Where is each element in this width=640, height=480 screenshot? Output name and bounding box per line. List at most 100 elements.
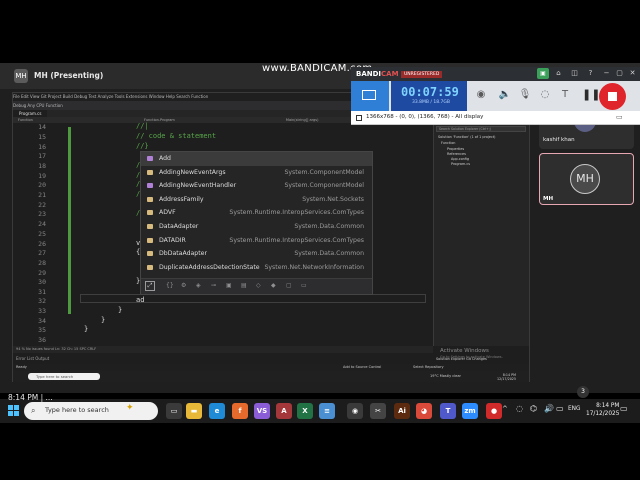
filter-method-icon[interactable]: ⚙	[181, 282, 186, 289]
nav-project[interactable]: Function	[18, 118, 33, 122]
solution-node[interactable]: Solution 'Function' (1 of 1 project)	[438, 135, 495, 139]
region-options-icon[interactable]: ▭	[616, 113, 623, 121]
taskbar-app-teams-icon[interactable]: T	[440, 403, 456, 419]
network-icon[interactable]: ⌬	[530, 404, 537, 413]
taskbar-clock[interactable]: 8:14 PM 17/12/2025	[586, 402, 619, 418]
minimize-icon[interactable]: −	[601, 68, 612, 79]
microphone-icon[interactable]: 🎙	[518, 88, 532, 102]
filter-enum-icon[interactable]: ◇	[256, 282, 261, 289]
intellisense-item[interactable]: AddingNewEventHandler System.ComponentMod…	[141, 179, 372, 193]
app-config-node[interactable]: App.config	[451, 157, 469, 161]
symbol-icon	[147, 169, 153, 175]
intellisense-item[interactable]: Add	[141, 152, 372, 166]
home-icon[interactable]: ⌂	[553, 68, 564, 79]
intellisense-item[interactable]: DbDataAdapter System.Data.Common	[141, 247, 372, 261]
chevron-up-icon[interactable]: ^	[502, 405, 508, 413]
filter-struct-icon[interactable]: ▤	[241, 282, 247, 289]
intellisense-item[interactable]: DuplicateAddressDetectionState System.Net…	[141, 261, 372, 275]
pause-icon[interactable]: ❚❚	[582, 88, 600, 101]
intellisense-item[interactable]: AddressFamily System.Net.Sockets	[141, 193, 372, 207]
notification-badge: 3	[577, 386, 589, 398]
close-icon[interactable]: ✕	[627, 68, 638, 79]
taskbar-app-excel-icon[interactable]: X	[297, 403, 313, 419]
project-node[interactable]: Function	[441, 141, 455, 145]
line-number: 27	[38, 249, 46, 257]
intellisense-item[interactable]: AddingNewEventArgs System.ComponentModel	[141, 166, 372, 180]
intellisense-item[interactable]: ADVF System.Runtime.InteropServices.ComTy…	[141, 206, 372, 220]
volume-icon[interactable]: 🔊	[544, 404, 554, 413]
intellisense-item[interactable]: DataAdapter System.Data.Common	[141, 220, 372, 234]
intellisense-item-label: ADVF	[159, 209, 176, 217]
windows-start-icon[interactable]	[8, 405, 20, 417]
expand-icon[interactable]: ⤢	[145, 281, 155, 291]
references-node[interactable]: References	[447, 152, 466, 156]
intellisense-item[interactable]: DATADIR System.Runtime.InteropServices.Co…	[141, 234, 372, 248]
code-line[interactable]: //}	[136, 142, 149, 150]
lock-icon[interactable]: ▣	[537, 68, 549, 79]
taskbar-app-zoom-icon[interactable]: zm	[462, 403, 478, 419]
restore-icon[interactable]: ▢	[614, 68, 625, 79]
monitor-icon	[362, 90, 376, 100]
battery-icon[interactable]: ▭	[556, 404, 564, 413]
code-line[interactable]: ad	[136, 296, 144, 304]
region-checkbox[interactable]	[356, 115, 362, 121]
code-line[interactable]: }	[118, 306, 122, 314]
mouse-effect-icon[interactable]: ◌	[538, 88, 552, 102]
symbol-icon	[147, 183, 153, 189]
line-number: 15	[38, 133, 46, 141]
code-line[interactable]: }	[101, 316, 105, 324]
region-text: 1366x768 - (0, 0), (1366, 768) - All dis…	[366, 114, 484, 120]
select-repository[interactable]: Select Repository	[413, 364, 444, 371]
nav-member[interactable]: Main(string[] args)	[286, 118, 319, 122]
program-cs-node[interactable]: Program.cs	[451, 162, 470, 166]
webcam-icon[interactable]: ◉	[474, 88, 488, 102]
add-to-source-control[interactable]: Add to Source Control	[343, 364, 381, 371]
symbol-icon	[147, 196, 153, 202]
line-number: 29	[38, 269, 46, 277]
camera-icon[interactable]: ◫	[569, 68, 580, 79]
intellisense-item-namespace: System.Runtime.InteropServices.ComTypes	[229, 236, 364, 244]
taskbar-app-obs-icon[interactable]: ◉	[347, 403, 363, 419]
intellisense-item-label: DuplicateAddressDetectionState	[159, 263, 260, 271]
language-indicator[interactable]: ENG	[568, 406, 581, 412]
meeting-title: MH (Presenting)	[34, 71, 104, 80]
filter-snippet-icon[interactable]: ▭	[301, 282, 307, 289]
help-icon[interactable]: ?	[585, 68, 596, 79]
taskbar-app-access-icon[interactable]: A	[276, 403, 292, 419]
intellisense-item-namespace: System.ComponentModel	[284, 182, 364, 190]
properties-node[interactable]: Properties	[447, 147, 464, 151]
filter-delegate-icon[interactable]: ◆	[271, 282, 276, 289]
speaker-icon[interactable]: 🔈	[498, 88, 512, 102]
meet-now-icon[interactable]: ◌	[516, 404, 523, 413]
line-number: 19	[38, 172, 46, 180]
notification-icon[interactable]: ▭	[620, 404, 628, 413]
tab-program-cs[interactable]: Program.cs	[13, 110, 48, 117]
logo-main: BANDI	[356, 70, 382, 78]
taskbar-app-notepad-icon[interactable]: ≡	[319, 403, 335, 419]
output-tabs[interactable]: Error List Output	[13, 354, 433, 364]
text-icon[interactable]: T	[558, 88, 572, 102]
taskbar-app-bandicam-icon[interactable]: ●	[486, 403, 502, 419]
taskbar-app-visual-studio-icon[interactable]: VS	[254, 403, 270, 419]
filter-property-icon[interactable]: ◈	[196, 282, 201, 289]
taskbar-app-file-explorer-icon[interactable]: ▬	[186, 403, 202, 419]
activate-windows-subtitle: Go to Settings to activate Windows.	[440, 355, 503, 359]
symbol-icon	[147, 237, 153, 243]
code-line[interactable]: // code & statement	[136, 132, 216, 140]
filter-interface-icon[interactable]: ⊸	[211, 282, 216, 289]
taskbar-app-task-view-icon[interactable]: ▭	[166, 403, 182, 419]
logo-accent: CAM	[381, 70, 399, 78]
filter-keyword-icon[interactable]: ▢	[286, 282, 292, 289]
filter-brace-icon[interactable]: {}	[166, 282, 174, 289]
code-line[interactable]: }	[84, 325, 88, 333]
taskbar-app-edge-icon[interactable]: e	[209, 403, 225, 419]
shared-date: 12/17/2025	[497, 377, 517, 381]
taskbar-app-firefox-icon[interactable]: f	[232, 403, 248, 419]
intellisense-item-namespace: System.Data.Common	[294, 250, 364, 258]
taskbar-app-illustrator-icon[interactable]: Ai	[394, 403, 410, 419]
code-line[interactable]: //|	[136, 122, 149, 130]
filter-class-icon[interactable]: ▣	[226, 282, 232, 289]
taskbar-app-chrome-icon[interactable]: ◕	[416, 403, 432, 419]
taskbar-app-capcut-icon[interactable]: ✂	[370, 403, 386, 419]
solution-search-input[interactable]: Search Solution Explorer (Ctrl+;)	[436, 126, 526, 132]
